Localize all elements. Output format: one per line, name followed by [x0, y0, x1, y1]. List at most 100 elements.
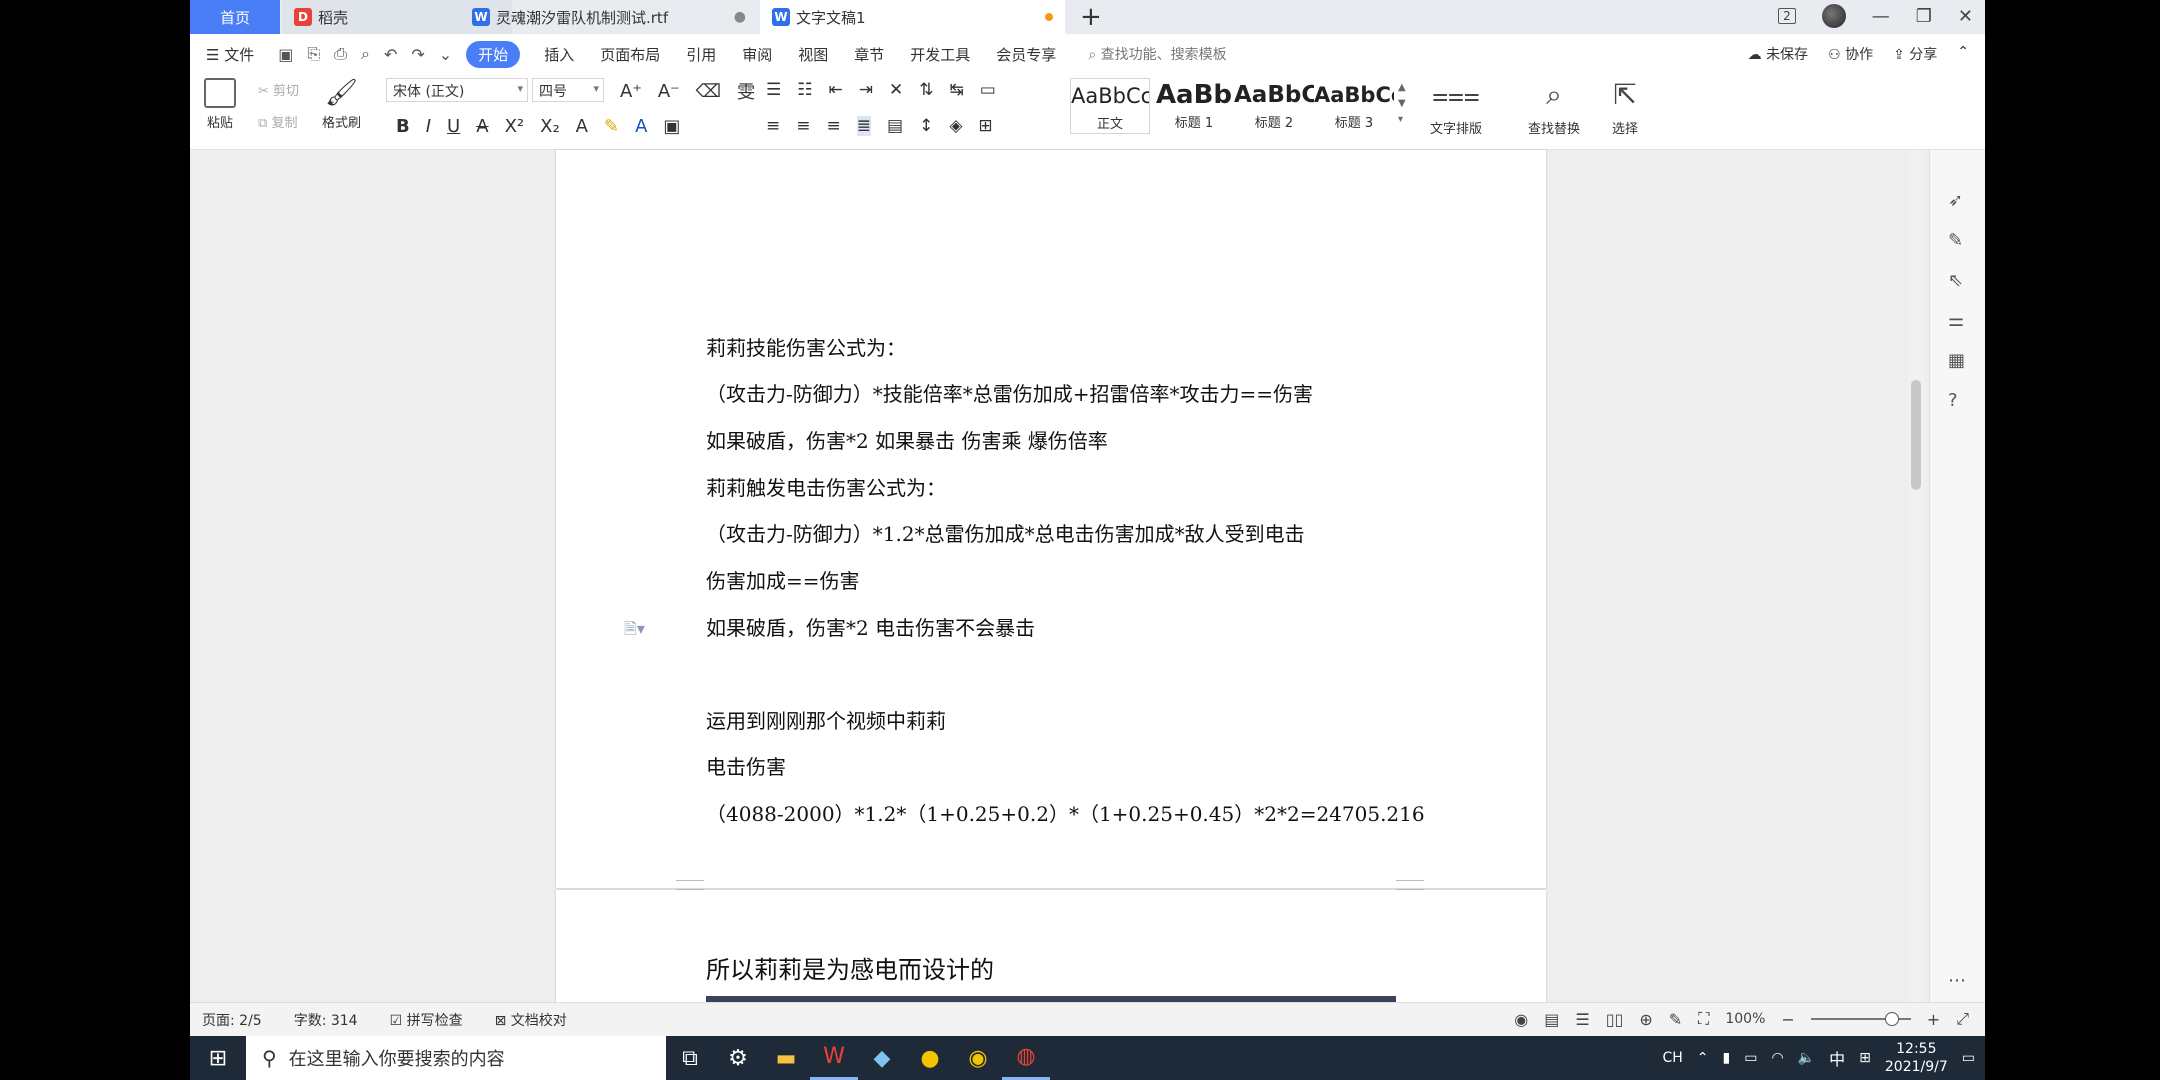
menu-references[interactable]: 引用 [686, 44, 716, 65]
clear-format-icon[interactable]: ⌫ [696, 81, 721, 102]
highlight-icon[interactable]: ✎ [604, 116, 619, 137]
doc-line[interactable]: 电击伤害 [706, 751, 786, 780]
tab-home[interactable]: 首页 [190, 0, 280, 34]
text-effect-icon[interactable]: A [576, 116, 588, 137]
recorder-app-icon[interactable]: ◍ [1002, 1036, 1050, 1080]
menu-insert[interactable]: 插入 [544, 44, 574, 65]
file-explorer-icon[interactable]: ▬ [762, 1036, 810, 1080]
distribute-icon[interactable]: ▤ [887, 116, 903, 136]
web-view-icon[interactable]: ⊕ [1639, 1010, 1652, 1029]
superscript-icon[interactable]: X² [505, 116, 525, 137]
style-heading-2[interactable]: AaBbC 标题 2 [1234, 78, 1314, 134]
task-view-icon[interactable]: ⧉ [666, 1036, 714, 1080]
print-icon[interactable]: ⎙ [334, 44, 347, 64]
doc-line[interactable]: 运用到刚刚那个视频中莉莉 [706, 705, 946, 734]
new-tab-button[interactable]: + [1080, 2, 1102, 32]
find-replace-button[interactable]: ⌕ 查找替换 [1528, 78, 1580, 137]
save-icon[interactable]: ▣ [278, 45, 293, 64]
style-heading-3[interactable]: AaBbCc 标题 3 [1314, 78, 1394, 134]
ruler-icon[interactable]: ▭ [980, 80, 996, 100]
font-name-select[interactable]: 宋体 (正文) [386, 78, 528, 102]
select-button[interactable]: ⇱ 选择 [1612, 78, 1638, 137]
rocket-icon[interactable]: ➶ [1948, 190, 1963, 211]
pointer-icon[interactable]: ⇖ [1948, 270, 1963, 291]
menu-chapter[interactable]: 章节 [854, 44, 884, 65]
more-icon[interactable]: ⋯ [1948, 970, 1966, 991]
grow-font-icon[interactable]: A⁺ [620, 81, 642, 102]
style-heading-1[interactable]: AaBb 标题 1 [1154, 78, 1234, 134]
scrollbar-thumb[interactable] [1911, 380, 1921, 490]
ime-grid-icon[interactable]: ⊞ [1859, 1050, 1871, 1066]
doc-line[interactable]: （4088-2000）*1.2*（1+0.25+0.2）*（1+0.25+0.4… [706, 798, 1425, 827]
windows-start-button[interactable]: ⊞ [190, 1046, 246, 1071]
decrease-indent-icon[interactable]: ⇤ [829, 80, 843, 100]
wifi-icon[interactable]: ◠ [1771, 1050, 1783, 1066]
page-indicator[interactable]: 页面: 2/5 [202, 1010, 262, 1030]
help-icon[interactable]: ? [1948, 390, 1958, 411]
zoom-slider[interactable] [1810, 1012, 1911, 1026]
tab-rtf-document[interactable]: W 灵魂潮汐雷队机制测试.rtf ● [460, 0, 760, 34]
app-icon-media[interactable]: ◉ [954, 1036, 1002, 1080]
outline-view-icon[interactable]: ☰ [1575, 1010, 1589, 1029]
menu-file[interactable]: ☰ 文件 [206, 44, 254, 65]
doc-line[interactable]: 莉莉技能伤害公式为： [706, 332, 906, 361]
fit-page-icon[interactable]: ⛶ [1698, 1009, 1709, 1029]
paste-button[interactable]: 粘贴 [204, 78, 236, 131]
format-painter-button[interactable]: 🖌 格式刷 [322, 78, 361, 131]
language-indicator[interactable]: CH [1662, 1050, 1682, 1066]
text-layout-button[interactable]: ⩶ 文字排版 [1430, 78, 1482, 137]
proofread-button[interactable]: ⊠ 文档校对 [495, 1010, 567, 1030]
pen-icon[interactable]: ✎ [1948, 230, 1963, 251]
cut-button[interactable]: ✂ 剪切 [258, 80, 299, 99]
menu-member[interactable]: 会员专享 [996, 44, 1056, 65]
feature-search[interactable]: ⌕ 查找功能、搜索模板 [1088, 44, 1226, 64]
customize-chevron-icon[interactable]: ⌄ [439, 45, 452, 64]
menu-review[interactable]: 审阅 [742, 44, 772, 65]
adjust-icon[interactable]: ⚌ [1948, 310, 1964, 331]
subscript-icon[interactable]: X₂ [540, 116, 560, 137]
vertical-scrollbar[interactable] [1908, 150, 1924, 1002]
doc-line[interactable]: （攻击力-防御力）*技能倍率*总雷伤加成+招雷倍率*攻击力==伤害 [706, 378, 1313, 407]
page2-heading[interactable]: 所以莉莉是为感电而设计的 [706, 950, 994, 985]
tab-current-document[interactable]: W 文字文稿1 [760, 0, 1065, 34]
justify-icon[interactable]: ≣ [856, 116, 871, 136]
italic-icon[interactable]: I [426, 116, 431, 137]
sort-icon[interactable]: ⇅ [919, 80, 933, 100]
doc-line[interactable]: 如果破盾，伤害*2 电击伤害不会暴击 [706, 612, 1035, 641]
steam-icon[interactable]: ⚙ [714, 1036, 762, 1080]
eye-protection-icon[interactable]: ◉ [1514, 1010, 1528, 1029]
close-window-icon[interactable]: ✕ [1958, 6, 1973, 27]
bullet-list-icon[interactable]: ☰ [766, 80, 781, 100]
copy-button[interactable]: ⧉ 复制 [258, 112, 297, 131]
fullscreen-icon[interactable]: ⤢ [1956, 1009, 1969, 1029]
zoom-slider-knob[interactable] [1884, 1012, 1899, 1026]
taskbar-search[interactable]: ⚲ 在这里输入你要搜索的内容 [246, 1036, 666, 1080]
align-left-icon[interactable]: ≡ [766, 116, 780, 136]
font-size-select[interactable]: 四号 [532, 78, 604, 102]
font-color-icon[interactable]: A [635, 116, 647, 137]
print-preview-icon[interactable]: ⌕ [361, 44, 370, 64]
shading-icon[interactable]: ◈ [949, 116, 962, 136]
document-canvas[interactable]: 莉莉技能伤害公式为： （攻击力-防御力）*技能倍率*总雷伤加成+招雷倍率*攻击力… [190, 150, 1985, 1020]
clock[interactable]: 12:55 2021/9/7 [1885, 1040, 1948, 1076]
align-right-icon[interactable]: ≡ [827, 116, 841, 136]
paragraph-handle-icon[interactable]: 🗎▾ [624, 618, 645, 645]
minimize-icon[interactable]: — [1872, 6, 1890, 27]
numbered-list-icon[interactable]: ☷ [797, 80, 812, 100]
page-view-icon[interactable]: ▤ [1544, 1010, 1559, 1029]
export-icon[interactable]: ⎘ [307, 44, 320, 64]
char-border-icon[interactable]: ▣ [663, 116, 680, 137]
doc-line[interactable]: 伤害加成==伤害 [706, 565, 860, 594]
shrink-font-icon[interactable]: A⁻ [658, 81, 680, 102]
document-page-2[interactable]: 所以莉莉是为感电而设计的 [556, 890, 1546, 1020]
chinese-layout-icon[interactable]: ✕ [889, 80, 903, 100]
increase-indent-icon[interactable]: ⇥ [859, 80, 873, 100]
align-center-icon[interactable]: ≡ [796, 116, 810, 136]
menu-developer[interactable]: 开发工具 [910, 44, 970, 65]
menu-page-layout[interactable]: 页面布局 [600, 44, 660, 65]
menu-view[interactable]: 视图 [798, 44, 828, 65]
tray-expand-icon[interactable]: ⌃ [1697, 1050, 1709, 1066]
doc-line[interactable]: 如果破盾，伤害*2 如果暴击 伤害乘 爆伤倍率 [706, 425, 1108, 454]
line-spacing-icon[interactable]: ↕ [919, 116, 933, 136]
strikethrough-icon[interactable]: A [476, 116, 488, 137]
